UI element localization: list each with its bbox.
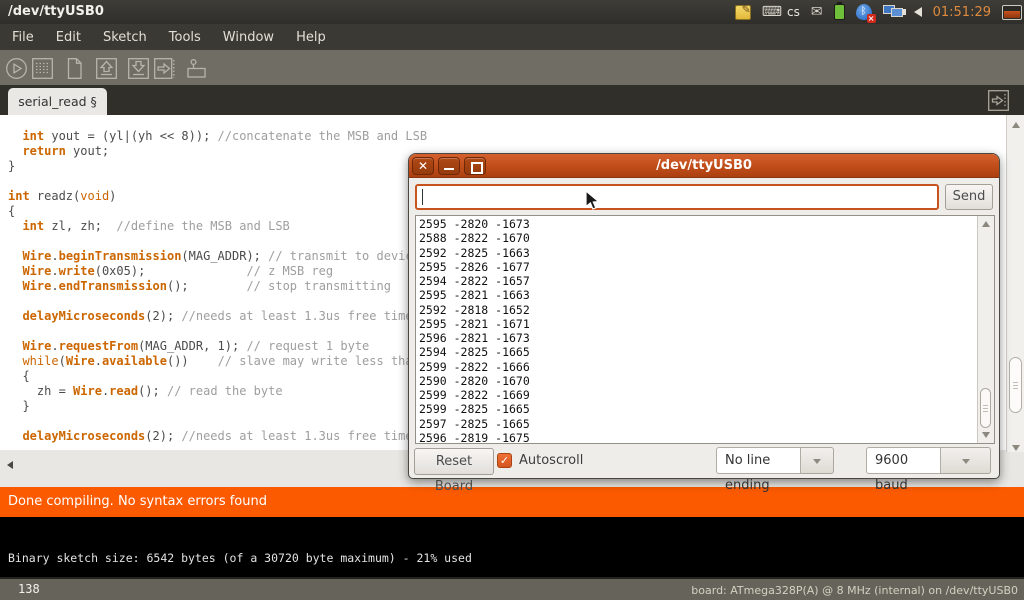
console-output-text: Binary sketch size: 6542 bytes (of a 307… <box>8 551 472 565</box>
verify-button[interactable] <box>5 57 28 80</box>
keyboard-icon[interactable]: ⌨ <box>762 4 782 20</box>
upload-button[interactable] <box>153 57 176 80</box>
menu-edit[interactable]: Edit <box>52 28 85 47</box>
serial-line: 2595 -2826 -1677 <box>419 260 530 274</box>
reset-board-button[interactable]: Reset Board <box>414 448 494 475</box>
serial-line: 2597 -2825 -1665 <box>419 417 530 431</box>
line-ending-select[interactable]: No line ending <box>716 447 801 474</box>
scroll-left-arrow-icon[interactable] <box>7 461 13 469</box>
system-tray: ⌨ cs ✉ ᛒ 01:51:29 <box>735 0 1022 24</box>
scroll-down-arrow-icon[interactable] <box>982 432 990 438</box>
serial-monitor-button[interactable] <box>185 57 208 80</box>
menu-bar: File Edit Sketch Tools Window Help <box>0 24 1024 50</box>
serial-line: 2592 -2825 -1663 <box>419 246 530 260</box>
serial-line: 2595 -2820 -1673 <box>419 217 530 231</box>
compile-status-text: Done compiling. No syntax errors found <box>8 494 267 509</box>
close-button[interactable]: ✕ <box>412 157 434 175</box>
note-icon[interactable] <box>735 5 751 20</box>
serial-input-field[interactable] <box>415 184 939 210</box>
serial-line: 2599 -2822 -1669 <box>419 388 530 402</box>
console-panel: Binary sketch size: 6542 bytes (of a 307… <box>0 517 1024 577</box>
open-button[interactable] <box>95 57 118 80</box>
text-caret <box>422 189 423 205</box>
checkmark-icon: ✓ <box>498 454 511 468</box>
board-info-text: board: ATmega328P(A) @ 8 MHz (internal) … <box>691 584 1018 597</box>
menu-window[interactable]: Window <box>219 28 278 47</box>
serial-line: 2595 -2821 -1671 <box>419 317 530 331</box>
serial-monitor-titlebar[interactable]: /dev/ttyUSB0 ✕ <box>409 154 999 178</box>
tab-menu-button[interactable] <box>987 89 1010 112</box>
maximize-button[interactable] <box>464 157 486 175</box>
clock[interactable]: 01:51:29 <box>933 5 991 20</box>
minimize-button[interactable] <box>438 157 460 175</box>
chevron-down-icon <box>813 459 821 464</box>
serial-scrollbar[interactable] <box>977 216 994 443</box>
ide-status-bar: 138 board: ATmega328P(A) @ 8 MHz (intern… <box>0 577 1024 600</box>
new-sketch-button[interactable] <box>63 57 86 80</box>
tab-bar: serial_read § <box>0 85 1024 115</box>
stop-button[interactable] <box>31 57 54 80</box>
autoscroll-checkbox[interactable]: ✓ <box>497 453 512 468</box>
editor-scrollbar-thumb[interactable] <box>1009 357 1022 413</box>
menu-file[interactable]: File <box>8 28 38 47</box>
serial-line: 2594 -2825 -1665 <box>419 345 530 359</box>
serial-line: 2594 -2822 -1657 <box>419 274 530 288</box>
baud-rate-select[interactable]: 9600 baud <box>866 447 941 474</box>
line-ending-dropdown-button[interactable] <box>801 447 834 474</box>
editor-vertical-scrollbar[interactable] <box>1006 115 1024 452</box>
serial-line: 2595 -2821 -1663 <box>419 288 530 302</box>
serial-line: 2590 -2820 -1670 <box>419 374 530 388</box>
bluetooth-icon[interactable]: ᛒ <box>856 4 872 20</box>
keyboard-layout-label[interactable]: cs <box>787 5 800 19</box>
chevron-down-icon <box>962 459 970 464</box>
tab-serial-read[interactable]: serial_read § <box>8 88 107 115</box>
serial-line: 2596 -2821 -1673 <box>419 331 530 345</box>
scroll-up-arrow-icon[interactable] <box>982 221 990 227</box>
ide-toolbar <box>0 50 1024 85</box>
desktop-panel: /dev/ttyUSB0 ⌨ cs ✉ ᛒ 01:51:29 <box>0 0 1024 24</box>
serial-scrollbar-thumb[interactable] <box>980 388 991 428</box>
menu-tools[interactable]: Tools <box>165 28 205 47</box>
scroll-up-arrow-icon[interactable] <box>1012 122 1020 128</box>
serial-line: 2599 -2825 -1665 <box>419 402 530 416</box>
compile-status-bar: Done compiling. No syntax errors found <box>0 487 1024 517</box>
mouse-cursor <box>585 190 601 216</box>
menu-help[interactable]: Help <box>292 28 330 47</box>
serial-line: 2592 -2818 -1652 <box>419 303 530 317</box>
save-button[interactable] <box>127 57 150 80</box>
scroll-down-arrow-icon[interactable] <box>1012 445 1020 451</box>
volume-icon[interactable] <box>914 7 922 17</box>
line-number-indicator: 138 <box>18 582 40 596</box>
serial-line: 2588 -2822 -1670 <box>419 231 530 245</box>
autoscroll-label[interactable]: Autoscroll <box>519 453 583 468</box>
serial-output-area[interactable]: 2595 -2820 -16732588 -2822 -16702592 -28… <box>415 215 995 444</box>
serial-line: 2596 -2819 -1675 <box>419 431 530 444</box>
serial-monitor-window: /dev/ttyUSB0 ✕ Send 2595 -2820 -16732588… <box>408 153 1000 479</box>
serial-monitor-title: /dev/ttyUSB0 <box>409 154 999 178</box>
network-icon[interactable] <box>883 4 903 20</box>
send-button[interactable]: Send <box>945 184 993 210</box>
code-line: int yout = (yl|(yh << 8)); //concatenate… <box>8 129 1006 144</box>
panel-window-title: /dev/ttyUSB0 <box>8 0 104 24</box>
battery-icon[interactable] <box>834 4 845 20</box>
session-icon[interactable] <box>1002 5 1022 20</box>
serial-line: 2599 -2822 -1666 <box>419 360 530 374</box>
mail-icon[interactable]: ✉ <box>811 4 823 20</box>
menu-sketch[interactable]: Sketch <box>99 28 151 47</box>
baud-dropdown-button[interactable] <box>941 447 991 474</box>
serial-output-lines: 2595 -2820 -16732588 -2822 -16702592 -28… <box>419 217 530 444</box>
